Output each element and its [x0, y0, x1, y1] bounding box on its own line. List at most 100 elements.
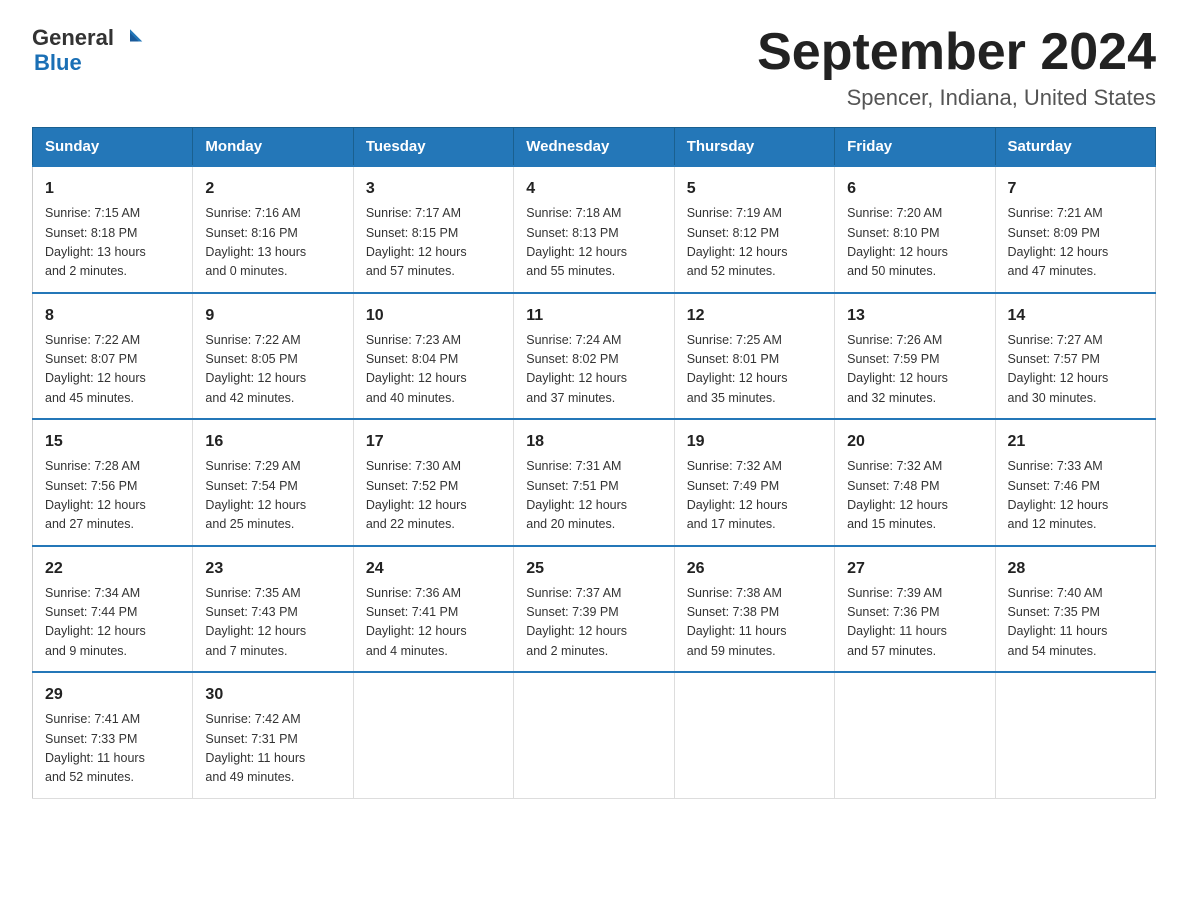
day-number: 29	[45, 683, 180, 707]
calendar-cell: 3 Sunrise: 7:17 AM Sunset: 8:15 PM Dayli…	[353, 166, 513, 293]
day-info: Sunrise: 7:23 AM Sunset: 8:04 PM Dayligh…	[366, 331, 501, 409]
calendar-cell: 5 Sunrise: 7:19 AM Sunset: 8:12 PM Dayli…	[674, 166, 834, 293]
day-info: Sunrise: 7:34 AM Sunset: 7:44 PM Dayligh…	[45, 584, 180, 662]
day-info: Sunrise: 7:32 AM Sunset: 7:49 PM Dayligh…	[687, 457, 822, 535]
day-number: 7	[1008, 177, 1143, 201]
day-number: 12	[687, 304, 822, 328]
day-info: Sunrise: 7:35 AM Sunset: 7:43 PM Dayligh…	[205, 584, 340, 662]
day-info: Sunrise: 7:31 AM Sunset: 7:51 PM Dayligh…	[526, 457, 661, 535]
day-number: 18	[526, 430, 661, 454]
day-number: 5	[687, 177, 822, 201]
day-number: 9	[205, 304, 340, 328]
day-number: 22	[45, 557, 180, 581]
day-number: 1	[45, 177, 180, 201]
calendar-cell: 28 Sunrise: 7:40 AM Sunset: 7:35 PM Dayl…	[995, 546, 1155, 673]
calendar-cell: 14 Sunrise: 7:27 AM Sunset: 7:57 PM Dayl…	[995, 293, 1155, 420]
calendar-cell: 23 Sunrise: 7:35 AM Sunset: 7:43 PM Dayl…	[193, 546, 353, 673]
calendar-cell	[353, 672, 513, 798]
calendar-cell: 18 Sunrise: 7:31 AM Sunset: 7:51 PM Dayl…	[514, 419, 674, 546]
calendar-cell: 11 Sunrise: 7:24 AM Sunset: 8:02 PM Dayl…	[514, 293, 674, 420]
day-number: 3	[366, 177, 501, 201]
calendar-table: Sunday Monday Tuesday Wednesday Thursday…	[32, 127, 1156, 799]
calendar-header-row: Sunday Monday Tuesday Wednesday Thursday…	[33, 128, 1156, 167]
calendar-week-row: 22 Sunrise: 7:34 AM Sunset: 7:44 PM Dayl…	[33, 546, 1156, 673]
calendar-cell: 12 Sunrise: 7:25 AM Sunset: 8:01 PM Dayl…	[674, 293, 834, 420]
day-info: Sunrise: 7:29 AM Sunset: 7:54 PM Dayligh…	[205, 457, 340, 535]
calendar-cell: 2 Sunrise: 7:16 AM Sunset: 8:16 PM Dayli…	[193, 166, 353, 293]
day-info: Sunrise: 7:27 AM Sunset: 7:57 PM Dayligh…	[1008, 331, 1143, 409]
day-info: Sunrise: 7:22 AM Sunset: 8:05 PM Dayligh…	[205, 331, 340, 409]
col-friday: Friday	[835, 128, 995, 167]
col-sunday: Sunday	[33, 128, 193, 167]
logo-general-text: General	[32, 27, 114, 49]
calendar-cell: 26 Sunrise: 7:38 AM Sunset: 7:38 PM Dayl…	[674, 546, 834, 673]
col-saturday: Saturday	[995, 128, 1155, 167]
calendar-cell	[835, 672, 995, 798]
logo-blue-text: Blue	[34, 50, 82, 75]
day-number: 23	[205, 557, 340, 581]
day-number: 24	[366, 557, 501, 581]
day-info: Sunrise: 7:18 AM Sunset: 8:13 PM Dayligh…	[526, 204, 661, 282]
day-number: 27	[847, 557, 982, 581]
day-number: 4	[526, 177, 661, 201]
day-number: 10	[366, 304, 501, 328]
day-info: Sunrise: 7:19 AM Sunset: 8:12 PM Dayligh…	[687, 204, 822, 282]
calendar-cell: 10 Sunrise: 7:23 AM Sunset: 8:04 PM Dayl…	[353, 293, 513, 420]
calendar-location: Spencer, Indiana, United States	[757, 85, 1156, 111]
day-info: Sunrise: 7:32 AM Sunset: 7:48 PM Dayligh…	[847, 457, 982, 535]
day-number: 8	[45, 304, 180, 328]
calendar-week-row: 1 Sunrise: 7:15 AM Sunset: 8:18 PM Dayli…	[33, 166, 1156, 293]
logo-icon	[116, 24, 144, 52]
day-info: Sunrise: 7:39 AM Sunset: 7:36 PM Dayligh…	[847, 584, 982, 662]
calendar-cell: 16 Sunrise: 7:29 AM Sunset: 7:54 PM Dayl…	[193, 419, 353, 546]
calendar-cell: 17 Sunrise: 7:30 AM Sunset: 7:52 PM Dayl…	[353, 419, 513, 546]
calendar-cell: 27 Sunrise: 7:39 AM Sunset: 7:36 PM Dayl…	[835, 546, 995, 673]
calendar-cell: 20 Sunrise: 7:32 AM Sunset: 7:48 PM Dayl…	[835, 419, 995, 546]
day-number: 14	[1008, 304, 1143, 328]
day-info: Sunrise: 7:22 AM Sunset: 8:07 PM Dayligh…	[45, 331, 180, 409]
day-info: Sunrise: 7:25 AM Sunset: 8:01 PM Dayligh…	[687, 331, 822, 409]
day-info: Sunrise: 7:37 AM Sunset: 7:39 PM Dayligh…	[526, 584, 661, 662]
day-info: Sunrise: 7:21 AM Sunset: 8:09 PM Dayligh…	[1008, 204, 1143, 282]
day-info: Sunrise: 7:26 AM Sunset: 7:59 PM Dayligh…	[847, 331, 982, 409]
day-number: 20	[847, 430, 982, 454]
day-info: Sunrise: 7:42 AM Sunset: 7:31 PM Dayligh…	[205, 710, 340, 788]
calendar-cell: 29 Sunrise: 7:41 AM Sunset: 7:33 PM Dayl…	[33, 672, 193, 798]
calendar-cell	[995, 672, 1155, 798]
day-number: 17	[366, 430, 501, 454]
calendar-cell: 15 Sunrise: 7:28 AM Sunset: 7:56 PM Dayl…	[33, 419, 193, 546]
day-number: 26	[687, 557, 822, 581]
calendar-cell: 22 Sunrise: 7:34 AM Sunset: 7:44 PM Dayl…	[33, 546, 193, 673]
day-info: Sunrise: 7:30 AM Sunset: 7:52 PM Dayligh…	[366, 457, 501, 535]
day-number: 28	[1008, 557, 1143, 581]
day-number: 19	[687, 430, 822, 454]
calendar-cell: 24 Sunrise: 7:36 AM Sunset: 7:41 PM Dayl…	[353, 546, 513, 673]
col-tuesday: Tuesday	[353, 128, 513, 167]
col-wednesday: Wednesday	[514, 128, 674, 167]
col-thursday: Thursday	[674, 128, 834, 167]
calendar-cell: 4 Sunrise: 7:18 AM Sunset: 8:13 PM Dayli…	[514, 166, 674, 293]
calendar-cell: 13 Sunrise: 7:26 AM Sunset: 7:59 PM Dayl…	[835, 293, 995, 420]
day-info: Sunrise: 7:36 AM Sunset: 7:41 PM Dayligh…	[366, 584, 501, 662]
day-info: Sunrise: 7:38 AM Sunset: 7:38 PM Dayligh…	[687, 584, 822, 662]
calendar-cell: 6 Sunrise: 7:20 AM Sunset: 8:10 PM Dayli…	[835, 166, 995, 293]
day-number: 21	[1008, 430, 1143, 454]
day-number: 6	[847, 177, 982, 201]
day-number: 15	[45, 430, 180, 454]
calendar-cell: 19 Sunrise: 7:32 AM Sunset: 7:49 PM Dayl…	[674, 419, 834, 546]
col-monday: Monday	[193, 128, 353, 167]
day-info: Sunrise: 7:33 AM Sunset: 7:46 PM Dayligh…	[1008, 457, 1143, 535]
header: General Blue September 2024 Spencer, Ind…	[32, 24, 1156, 111]
calendar-week-row: 8 Sunrise: 7:22 AM Sunset: 8:07 PM Dayli…	[33, 293, 1156, 420]
day-number: 13	[847, 304, 982, 328]
calendar-cell	[514, 672, 674, 798]
logo: General Blue	[32, 24, 144, 75]
day-number: 25	[526, 557, 661, 581]
day-info: Sunrise: 7:20 AM Sunset: 8:10 PM Dayligh…	[847, 204, 982, 282]
calendar-cell: 7 Sunrise: 7:21 AM Sunset: 8:09 PM Dayli…	[995, 166, 1155, 293]
day-info: Sunrise: 7:16 AM Sunset: 8:16 PM Dayligh…	[205, 204, 340, 282]
calendar-cell	[674, 672, 834, 798]
day-info: Sunrise: 7:15 AM Sunset: 8:18 PM Dayligh…	[45, 204, 180, 282]
day-info: Sunrise: 7:40 AM Sunset: 7:35 PM Dayligh…	[1008, 584, 1143, 662]
calendar-cell: 8 Sunrise: 7:22 AM Sunset: 8:07 PM Dayli…	[33, 293, 193, 420]
